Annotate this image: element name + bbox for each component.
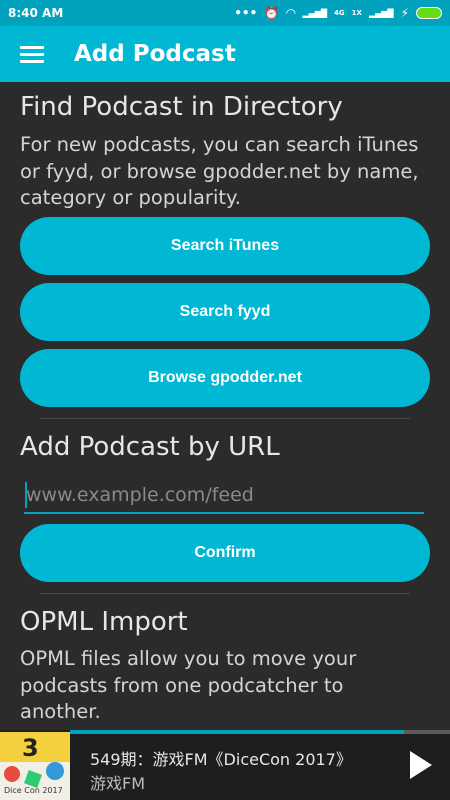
opml-description: OPML files allow you to move your podcas… (20, 647, 357, 723)
url-section-title: Add Podcast by URL (20, 432, 280, 462)
divider (40, 418, 410, 419)
cover-caption: Dice Con 2017 (4, 786, 63, 795)
status-icons: ••• ⏰ ◠ ▂▄▆█ 4G 1X ▂▄▆█ ⚡ (234, 6, 442, 20)
play-icon (410, 751, 432, 779)
browse-gpodder-button[interactable]: Browse gpodder.net (20, 349, 430, 407)
episode-title[interactable]: 549期：游戏FM《DiceCon 2017》 (90, 746, 352, 770)
opml-title: OPML Import (20, 607, 188, 637)
divider (40, 593, 410, 594)
search-fyyd-button[interactable]: Search fyyd (20, 283, 430, 341)
text-caret (25, 482, 27, 508)
app-bar: Add Podcast (0, 26, 450, 82)
battery-icon (416, 7, 442, 19)
podcast-name: 游戏FM (90, 774, 146, 793)
cover-number: 3 (22, 734, 39, 762)
status-time: 8:40 AM (8, 6, 64, 20)
signal-icon: ▂▄▆█ (368, 8, 394, 18)
directory-title: Find Podcast in Directory (20, 92, 343, 122)
page-title: Add Podcast (74, 41, 236, 67)
signal-icon-4g: ▂▄▆█ (302, 8, 328, 18)
play-button[interactable] (404, 748, 436, 782)
hamburger-icon (20, 45, 44, 63)
playback-progress-fill (70, 730, 405, 734)
mini-player[interactable]: 3 Dice Con 2017 549期：游戏FM《DiceCon 2017》 … (0, 730, 450, 800)
more-dots-icon: ••• (234, 6, 258, 20)
network-label-4g: 4G (334, 9, 345, 17)
feed-url-input[interactable] (24, 478, 424, 514)
alarm-icon: ⏰ (264, 6, 280, 20)
directory-description: For new podcasts, you can search iTunes … (20, 133, 419, 209)
playback-progress-bar[interactable] (70, 730, 450, 734)
confirm-button[interactable]: Confirm (20, 524, 430, 582)
search-itunes-button[interactable]: Search iTunes (20, 217, 430, 275)
wifi-icon: ◠ (286, 6, 296, 20)
charging-icon: ⚡ (400, 6, 409, 20)
status-bar: 8:40 AM ••• ⏰ ◠ ▂▄▆█ 4G 1X ▂▄▆█ ⚡ (0, 0, 450, 26)
menu-button[interactable] (0, 26, 64, 82)
network-label-1x: 1X (351, 9, 362, 17)
podcast-cover-art[interactable]: 3 Dice Con 2017 (0, 732, 70, 800)
